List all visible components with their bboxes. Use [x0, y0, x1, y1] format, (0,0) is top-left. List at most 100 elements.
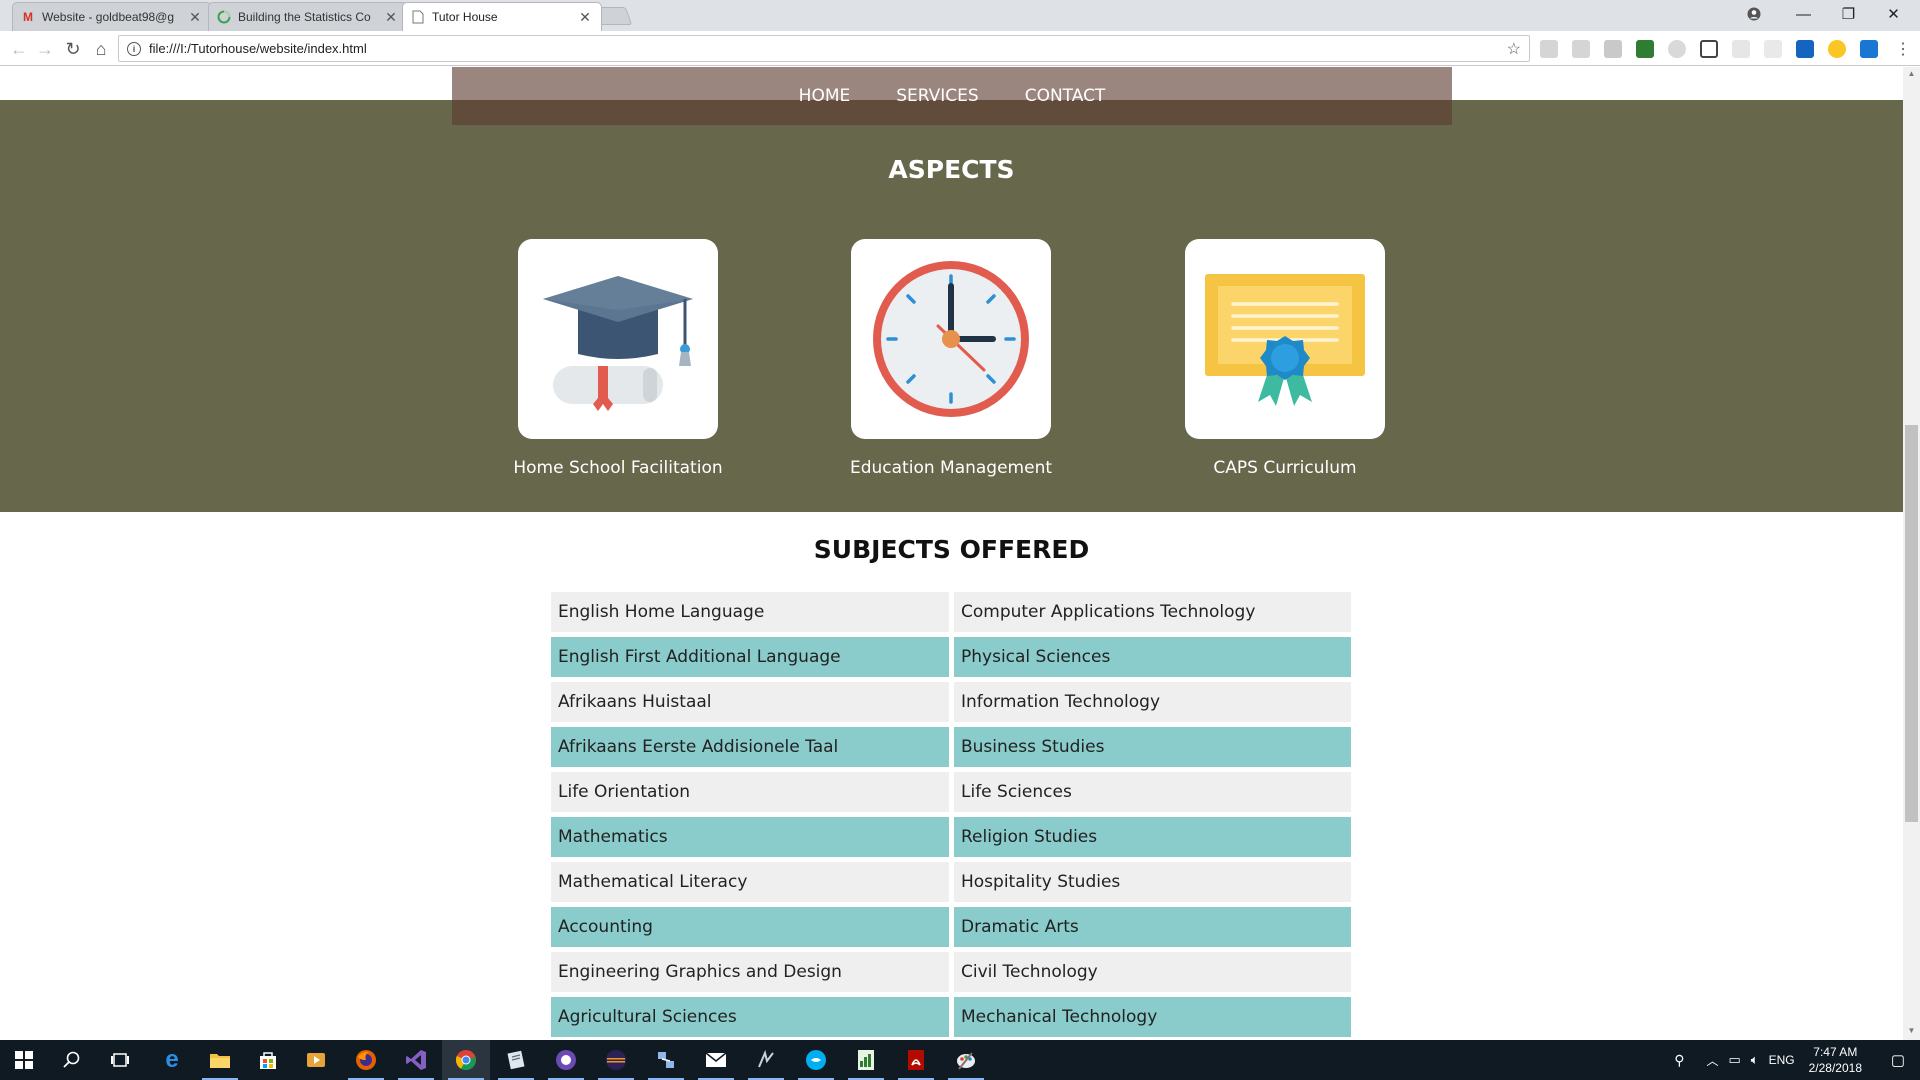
clock-icon	[873, 261, 1029, 417]
extension-icon[interactable]	[1764, 40, 1782, 58]
aspects-section: ASPECTS Home School Facilitation Educati…	[0, 100, 1903, 512]
table-row: Engineering Graphics and Design Civil Te…	[551, 952, 1351, 992]
subject-cell: Afrikaans Huistaal	[551, 682, 949, 722]
windows-start-icon[interactable]	[0, 1040, 48, 1080]
subject-cell: Information Technology	[954, 682, 1351, 722]
notepad-icon[interactable]	[492, 1040, 540, 1080]
people-icon[interactable]: ⚲	[1674, 1052, 1684, 1069]
extension-icon[interactable]	[1636, 40, 1654, 58]
close-icon[interactable]: ✕	[187, 9, 203, 26]
close-window-button[interactable]: ✕	[1871, 0, 1916, 28]
search-icon[interactable]	[48, 1040, 96, 1080]
restore-button[interactable]: ❐	[1826, 0, 1871, 28]
nav-services[interactable]: SERVICES	[896, 86, 978, 106]
page-icon	[411, 10, 425, 24]
subject-cell: English First Additional Language	[551, 637, 949, 677]
volume-icon[interactable]: 🔈︎	[1751, 1052, 1759, 1068]
close-icon[interactable]: ✕	[383, 9, 399, 26]
app-circle-icon[interactable]	[542, 1040, 590, 1080]
aspect-label: Education Management	[849, 458, 1053, 478]
spreadsheet-icon[interactable]	[842, 1040, 890, 1080]
network-icon[interactable]: ▭	[1728, 1052, 1740, 1068]
aspect-home-school: Home School Facilitation	[513, 239, 723, 478]
subject-cell: Life Sciences	[954, 772, 1351, 812]
profile-icon[interactable]	[1731, 0, 1776, 28]
scroll-up-arrow-icon[interactable]: ▲	[1903, 69, 1920, 81]
reload-button[interactable]: ↻	[60, 36, 86, 62]
address-bar[interactable]: i file:///I:/Tutorhouse/website/index.ht…	[118, 35, 1530, 62]
bookmark-star-icon[interactable]: ☆	[1507, 39, 1521, 59]
table-row: Afrikaans Huistaal Information Technolog…	[551, 682, 1351, 722]
aspect-card[interactable]	[1185, 239, 1385, 439]
tab-gmail[interactable]: M Website - goldbeat98@g ✕	[12, 2, 212, 31]
subject-cell: Computer Applications Technology	[954, 592, 1351, 632]
clock[interactable]: 7:47 AM 2/28/2018	[1809, 1044, 1862, 1076]
table-row: Accounting Dramatic Arts	[551, 907, 1351, 947]
taskbar: e ⚲ ︿ ▭ 🔈︎ ENG 7:47 AM 2/28/2018 ▢	[0, 1040, 1920, 1080]
mail-icon[interactable]	[692, 1040, 740, 1080]
url-text: file:///I:/Tutorhouse/website/index.html	[149, 41, 367, 56]
aspect-card[interactable]	[518, 239, 718, 439]
subject-cell: Accounting	[551, 907, 949, 947]
table-row: Afrikaans Eerste Addisionele Taal Busine…	[551, 727, 1351, 767]
system-tray: ⚲ ︿ ▭ 🔈︎ ENG 7:47 AM 2/28/2018 ▢	[1674, 1040, 1920, 1080]
minimize-button[interactable]: —	[1781, 0, 1826, 28]
info-icon[interactable]: i	[127, 41, 141, 56]
aspect-education-management: Education Management	[850, 239, 1052, 478]
edge-icon[interactable]: e	[148, 1040, 196, 1080]
scrollbar-thumb[interactable]	[1905, 425, 1918, 822]
paint-icon[interactable]	[942, 1040, 990, 1080]
vertical-scrollbar[interactable]: ▲ ▼	[1903, 67, 1920, 1040]
subject-cell: Business Studies	[954, 727, 1351, 767]
firefox-icon[interactable]	[342, 1040, 390, 1080]
eclipse-icon[interactable]	[592, 1040, 640, 1080]
extension-icon[interactable]	[1604, 40, 1622, 58]
scroll-down-arrow-icon[interactable]: ▼	[1903, 1026, 1920, 1038]
subject-cell: Mechanical Technology	[954, 997, 1351, 1037]
extension-icon[interactable]	[1828, 40, 1846, 58]
nav-home[interactable]: HOME	[799, 86, 851, 106]
close-icon[interactable]: ✕	[577, 9, 593, 26]
chevron-up-icon[interactable]: ︿	[1706, 1052, 1718, 1069]
subject-cell: Civil Technology	[954, 952, 1351, 992]
gmail-icon: M	[23, 10, 33, 24]
skype-icon[interactable]	[792, 1040, 840, 1080]
task-view-icon[interactable]	[96, 1040, 144, 1080]
network-app-icon[interactable]	[642, 1040, 690, 1080]
aspect-label: Home School Facilitation	[513, 458, 723, 478]
back-button[interactable]: ←	[6, 36, 32, 62]
chrome-icon[interactable]	[442, 1040, 490, 1080]
language-indicator[interactable]: ENG	[1769, 1053, 1795, 1067]
extension-icon[interactable]	[1572, 40, 1590, 58]
menu-icon[interactable]: ⋮	[1890, 36, 1916, 62]
tab-tutor-house[interactable]: Tutor House ✕	[402, 2, 602, 31]
nav-contact[interactable]: CONTACT	[1025, 86, 1106, 106]
media-player-icon[interactable]	[292, 1040, 340, 1080]
extension-icon[interactable]	[1732, 40, 1750, 58]
subject-cell: English Home Language	[551, 592, 949, 632]
subject-cell: Religion Studies	[954, 817, 1351, 857]
subject-cell: Agricultural Sciences	[551, 997, 949, 1037]
notifications-icon[interactable]: ▢	[1876, 1051, 1920, 1069]
tab-statistics[interactable]: Building the Statistics Co ✕	[208, 2, 408, 31]
aspects-title: ASPECTS	[888, 155, 1015, 184]
sql-tool-icon[interactable]	[742, 1040, 790, 1080]
certificate-icon	[1205, 274, 1365, 406]
extension-icon[interactable]	[1668, 40, 1686, 58]
home-button[interactable]: ⌂	[88, 36, 114, 62]
extension-icon[interactable]	[1700, 40, 1718, 58]
store-icon[interactable]	[244, 1040, 292, 1080]
forward-button[interactable]: →	[32, 36, 58, 62]
extension-icon[interactable]	[1796, 40, 1814, 58]
extension-icon[interactable]	[1860, 40, 1878, 58]
tab-title: Building the Statistics Co	[238, 10, 371, 24]
subjects-table: English Home Language Computer Applicati…	[551, 592, 1351, 1040]
subject-cell: Mathematical Literacy	[551, 862, 949, 902]
file-explorer-icon[interactable]	[196, 1040, 244, 1080]
site-nav: HOME SERVICES CONTACT	[452, 67, 1452, 125]
visual-studio-icon[interactable]	[392, 1040, 440, 1080]
table-row: Mathematics Religion Studies	[551, 817, 1351, 857]
aspect-card[interactable]	[851, 239, 1051, 439]
pdf-reader-icon[interactable]	[892, 1040, 940, 1080]
extension-icon[interactable]	[1540, 40, 1558, 58]
